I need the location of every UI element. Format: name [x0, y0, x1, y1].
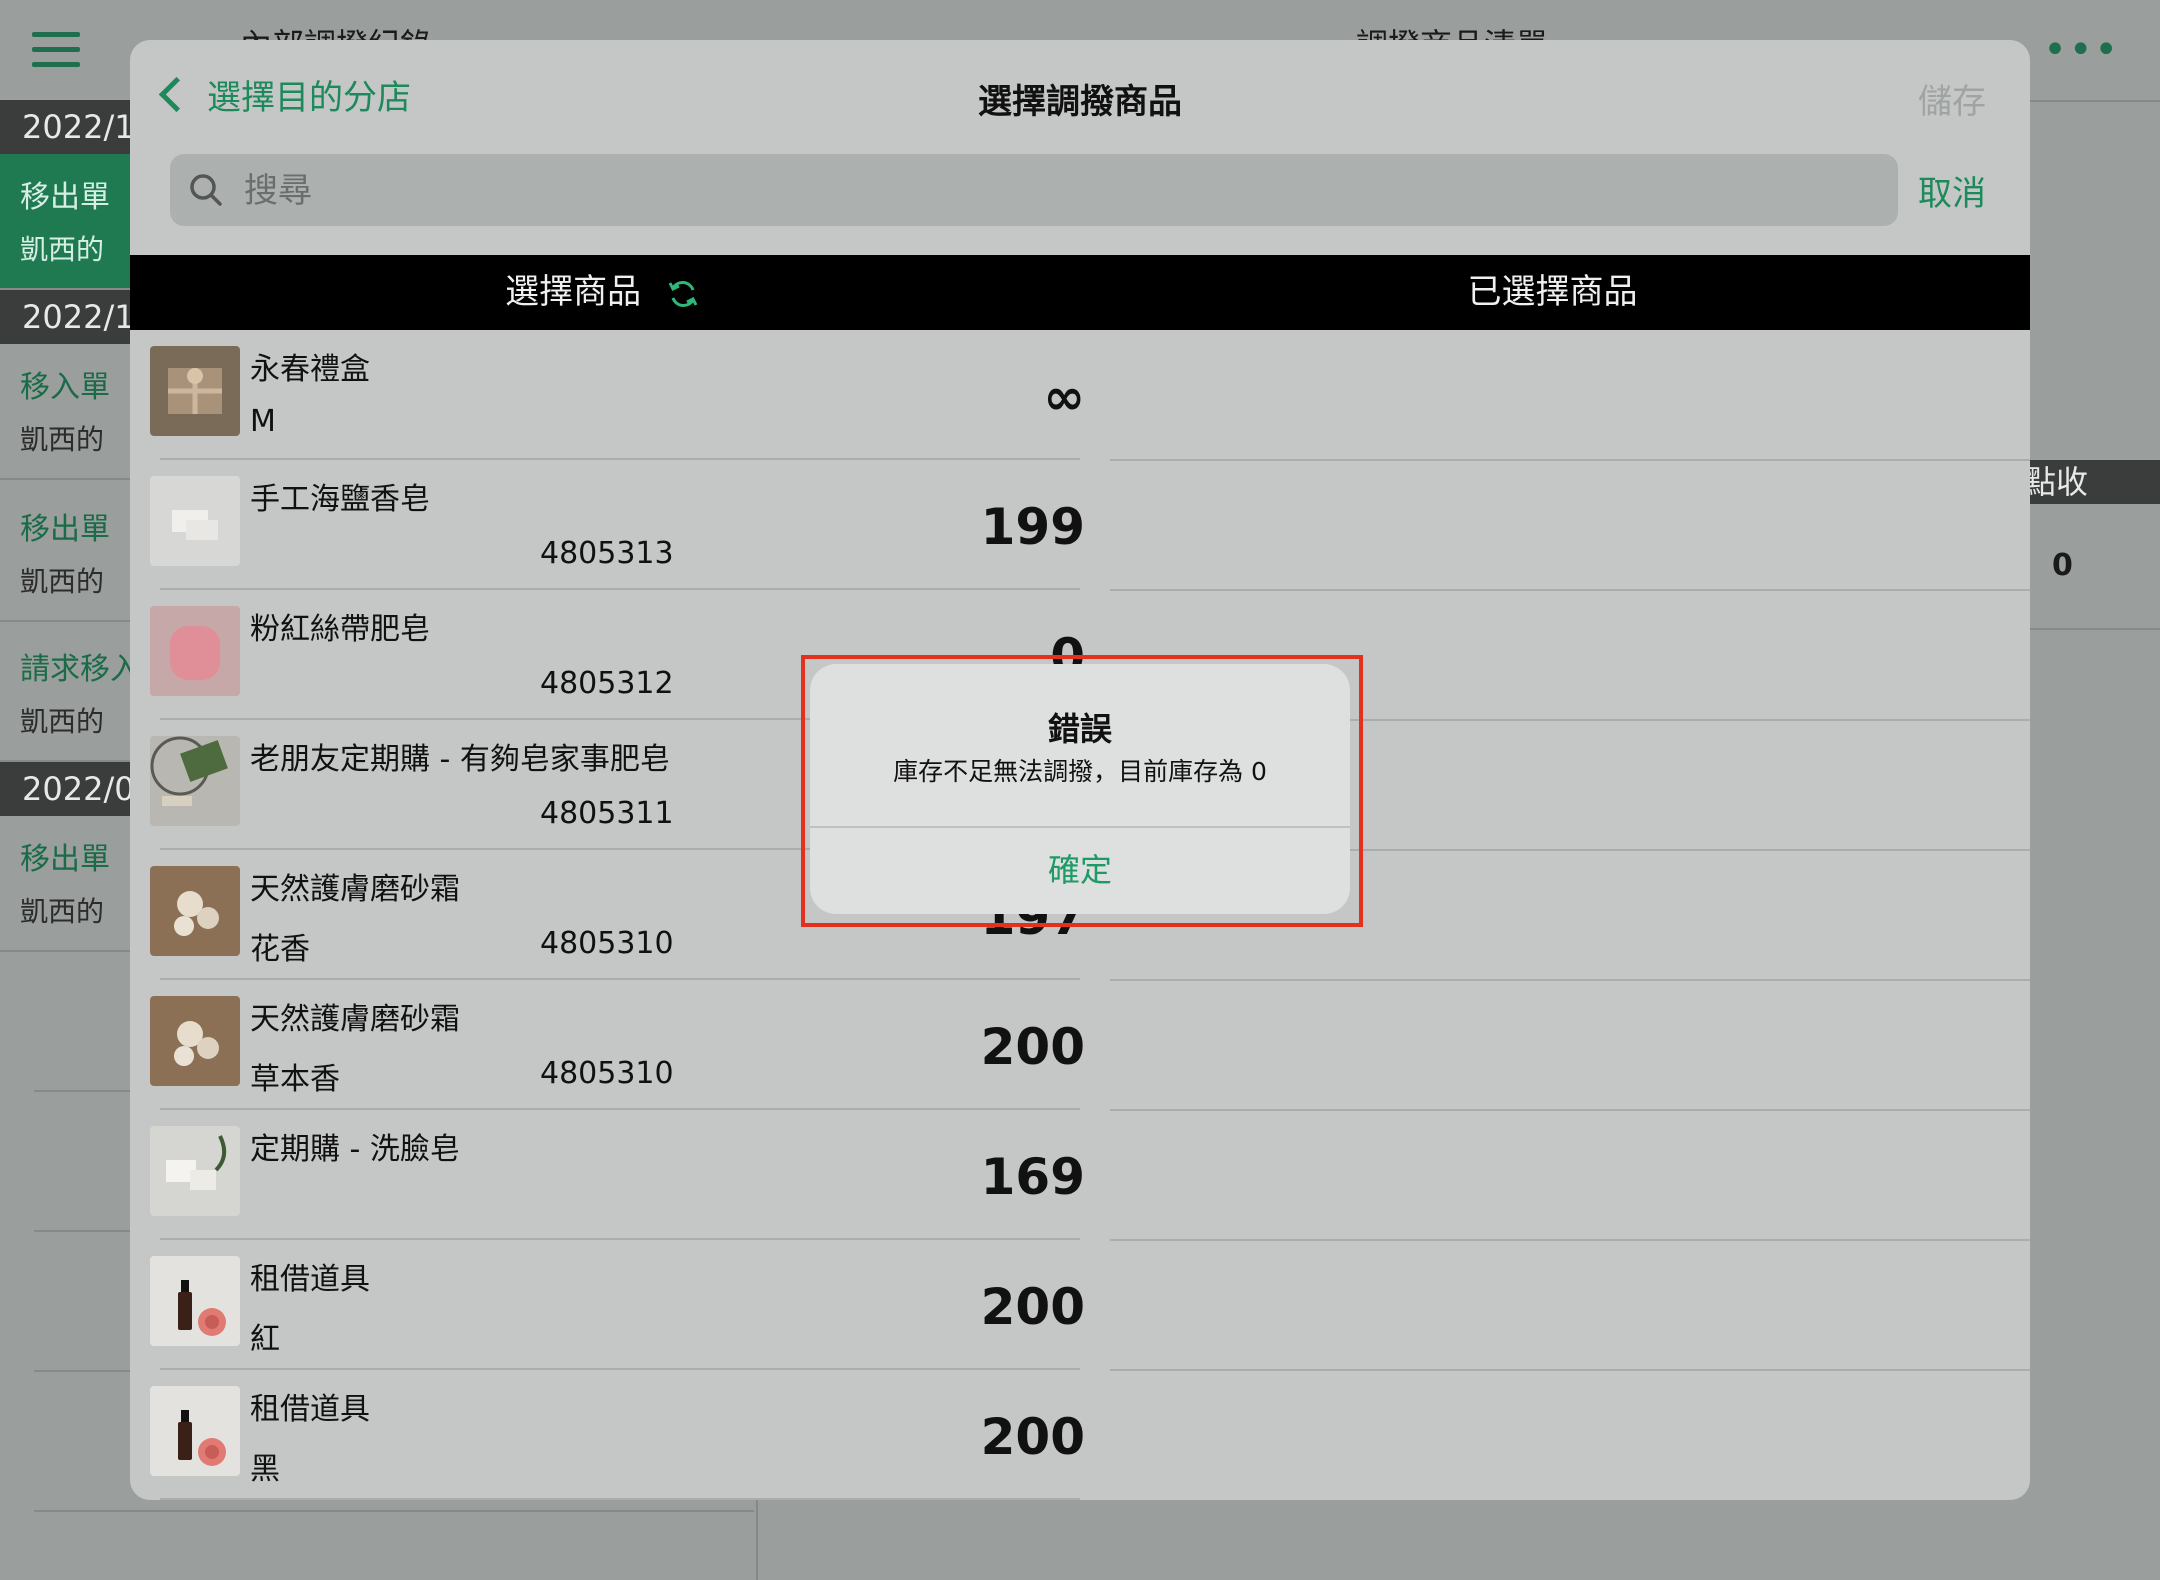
product-stock-qty: 169 [980, 1148, 1085, 1206]
record-store: 凱西的 [20, 895, 105, 928]
search-icon [190, 174, 222, 206]
product-row[interactable]: 手工海鹽香皂 4805313 199 [130, 460, 1085, 590]
product-name: 租借道具 [250, 1262, 370, 1297]
divider [1110, 589, 2030, 591]
record-type: 移出單 [20, 512, 110, 547]
error-alert: 錯誤 庫存不足無法調撥，目前庫存為 0 確定 [810, 664, 1350, 914]
record-store: 凱西的 [20, 423, 105, 456]
product-name: 粉紅絲帶肥皂 [250, 612, 430, 647]
product-sku: 4805313 [540, 536, 674, 571]
product-row[interactable]: 租借道具紅 200 [130, 1240, 1085, 1370]
search-field[interactable] [170, 154, 1898, 226]
divider [1110, 1369, 2030, 1371]
product-row[interactable]: 定期購 - 洗臉皂 169 [130, 1110, 1085, 1240]
tab-bar: 選擇商品 已選擇商品 [130, 255, 2030, 330]
product-stock-qty: 200 [980, 1018, 1085, 1076]
product-sku: 4805312 [540, 666, 674, 701]
tab-select-products[interactable]: 選擇商品 [130, 255, 1075, 330]
product-name: 定期購 - 洗臉皂 [250, 1132, 460, 1167]
divider [2010, 628, 2160, 630]
product-stock-qty: 200 [980, 1278, 1085, 1336]
save-button[interactable]: 儲存 [1918, 74, 1986, 123]
more-icon[interactable]: ••• [2043, 30, 2120, 70]
product-variant: 黑 [250, 1452, 280, 1487]
record-type: 請求移入 [20, 652, 140, 687]
sheet-nav-bar: 選擇目的分店 選擇調撥商品 儲存 [130, 40, 2030, 150]
product-row[interactable]: 租借道具黑 200 [130, 1370, 1085, 1500]
product-thumbnail [150, 346, 240, 436]
product-thumbnail [150, 1386, 240, 1476]
product-row[interactable]: 永春禮盒 M ∞ [130, 330, 1085, 460]
product-name: 租借道具 [250, 1392, 370, 1427]
record-store: 凱西的 [20, 565, 105, 598]
product-stock-qty: ∞ [1043, 368, 1085, 426]
tab-select-products-label: 選擇商品 [505, 272, 642, 312]
record-type: 移出單 [20, 842, 110, 877]
divider [34, 1510, 754, 1512]
product-name: 天然護膚磨砂霜 [250, 1002, 460, 1037]
divider [1110, 459, 2030, 461]
record-type: 移出單 [20, 180, 110, 215]
product-thumbnail [150, 1256, 240, 1346]
record-type: 移入單 [20, 370, 110, 405]
tab-selected-products[interactable]: 已選擇商品 [1075, 255, 2030, 330]
product-name: 老朋友定期購 - 有夠皂家事肥皂 [250, 742, 670, 777]
product-thumbnail [150, 476, 240, 566]
divider [1110, 1109, 2030, 1111]
product-variant: M [250, 404, 276, 439]
product-row[interactable]: 天然護膚磨砂霜 草本香 4805310 200 [130, 980, 1085, 1110]
product-name: 手工海鹽香皂 [250, 482, 430, 517]
product-thumbnail [150, 606, 240, 696]
record-store: 凱西的 [20, 233, 105, 266]
search-input[interactable] [242, 166, 1846, 216]
receive-column-header: 點收 [2010, 460, 2160, 504]
product-name: 永春禮盒 [250, 352, 370, 387]
product-thumbnail [150, 736, 240, 826]
divider [160, 1498, 1080, 1500]
product-stock-qty: 199 [980, 498, 1085, 556]
cancel-button[interactable]: 取消 [1918, 166, 1986, 215]
alert-message: 庫存不足無法調撥，目前庫存為 0 [893, 757, 1267, 786]
sheet-title: 選擇調撥商品 [978, 82, 1182, 122]
product-sku: 4805311 [540, 796, 674, 831]
alert-ok-button[interactable]: 確定 [810, 826, 1350, 914]
product-variant: 草本香 [250, 1062, 340, 1097]
divider [1110, 979, 2030, 981]
product-stock-qty: 200 [980, 1408, 1085, 1466]
product-name: 天然護膚磨砂霜 [250, 872, 460, 907]
alert-title: 錯誤 [1047, 710, 1112, 748]
product-thumbnail [150, 866, 240, 956]
product-variant: 紅 [250, 1322, 280, 1357]
product-thumbnail [150, 1126, 240, 1216]
receive-value: 0 [2052, 548, 2073, 583]
menu-icon[interactable] [32, 32, 80, 68]
record-store: 凱西的 [20, 705, 105, 738]
divider [1110, 1239, 2030, 1241]
product-variant: 花香 [250, 932, 310, 967]
refresh-icon[interactable] [666, 277, 700, 311]
product-thumbnail [150, 996, 240, 1086]
product-sku: 4805310 [540, 1056, 674, 1091]
product-sku: 4805310 [540, 926, 674, 961]
search-row: 取消 [130, 154, 2030, 230]
